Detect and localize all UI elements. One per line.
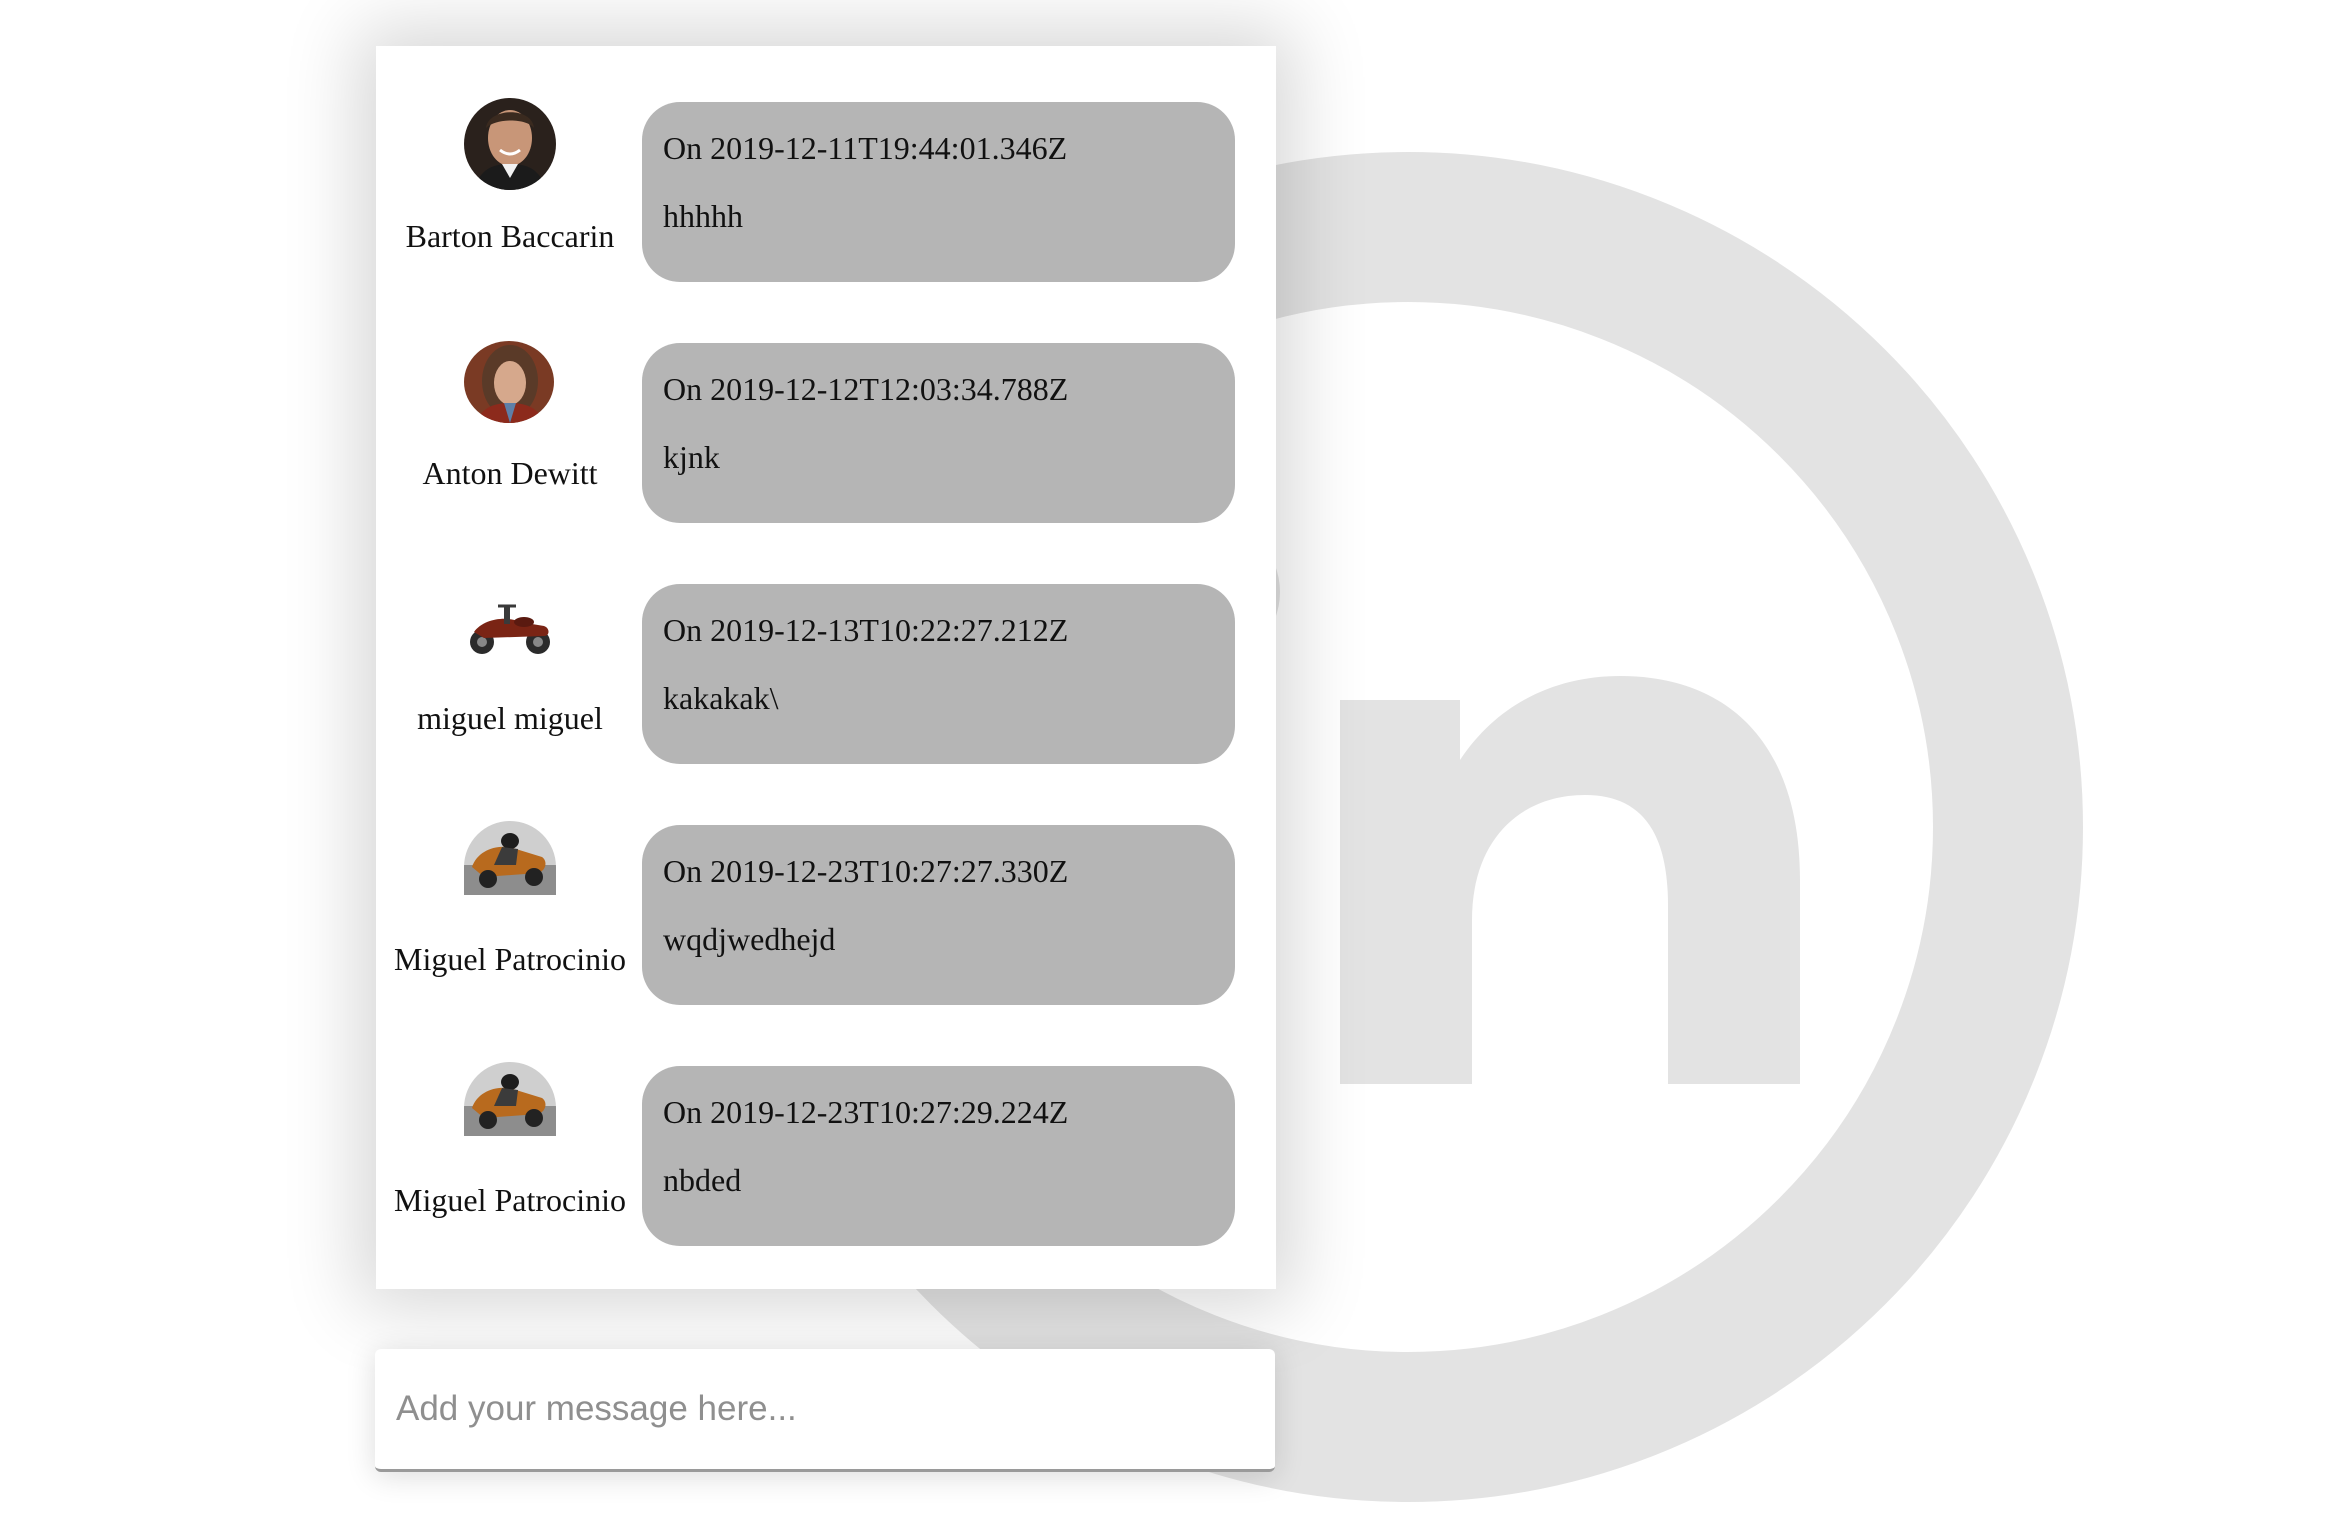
avatar[interactable] <box>464 592 556 662</box>
message-bubble: On 2019-12-12T12:03:34.788Z kjnk <box>642 343 1235 523</box>
message-bubble: On 2019-12-23T10:27:27.330Z wqdjwedhejd <box>642 825 1235 1005</box>
sidecar-racing-photo-icon <box>464 821 556 895</box>
message-input[interactable] <box>375 1349 1275 1469</box>
avatar[interactable] <box>464 98 556 190</box>
author-name: Miguel Patrocinio <box>394 1182 626 1218</box>
author-name: Miguel Patrocinio <box>394 941 626 977</box>
avatar[interactable] <box>464 821 556 895</box>
message-bubble: On 2019-12-11T19:44:01.346Z hhhhh <box>642 102 1235 282</box>
avatar[interactable] <box>464 1062 556 1136</box>
message-text: kakakak\ <box>663 680 779 716</box>
message-item: Miguel Patrocinio On 2019-12-23T10:27:29… <box>376 1062 1276 1246</box>
sidecar-racing-photo-icon <box>464 1062 556 1136</box>
sidecar-motorcycle-photo-icon <box>470 604 550 654</box>
author-name: Anton Dewitt <box>422 455 598 491</box>
message-author: Barton Baccarin <box>376 98 644 282</box>
message-text: nbded <box>663 1162 742 1198</box>
message-item: Miguel Patrocinio On 2019-12-23T10:27:27… <box>376 821 1276 1005</box>
message-author: Miguel Patrocinio <box>376 821 644 1005</box>
portrait-photo-long-hair-icon <box>464 341 554 423</box>
message-author: Miguel Patrocinio <box>376 1062 644 1246</box>
author-name: Barton Baccarin <box>405 218 615 254</box>
message-composer <box>375 1349 1275 1472</box>
avatar[interactable] <box>464 341 554 423</box>
message-text: kjnk <box>663 439 720 475</box>
message-date: On 2019-12-11T19:44:01.346Z <box>663 130 1068 166</box>
portrait-photo-man-smiling-icon <box>464 98 556 190</box>
message-author: Anton Dewitt <box>376 341 644 523</box>
message-date: On 2019-12-23T10:27:29.224Z <box>663 1094 1069 1130</box>
message-date: On 2019-12-12T12:03:34.788Z <box>663 371 1069 407</box>
message-text: wqdjwedhejd <box>663 921 836 957</box>
message-text: hhhhh <box>663 198 743 234</box>
author-name: miguel miguel <box>417 700 603 736</box>
message-bubble: On 2019-12-13T10:22:27.212Z kakakak\ <box>642 584 1235 764</box>
message-date: On 2019-12-13T10:22:27.212Z <box>663 612 1069 648</box>
message-author: miguel miguel <box>376 584 644 764</box>
message-item: Anton Dewitt On 2019-12-12T12:03:34.788Z… <box>376 341 1276 523</box>
message-bubble: On 2019-12-23T10:27:29.224Z nbded <box>642 1066 1235 1246</box>
chat-page: Barton Baccarin On 2019-12-11T19:44:01.3… <box>0 0 2346 1516</box>
message-item: Barton Baccarin On 2019-12-11T19:44:01.3… <box>376 98 1276 282</box>
message-item: miguel miguel On 2019-12-13T10:22:27.212… <box>376 584 1276 764</box>
message-list[interactable]: Barton Baccarin On 2019-12-11T19:44:01.3… <box>376 46 1276 1289</box>
message-date: On 2019-12-23T10:27:27.330Z <box>663 853 1069 889</box>
